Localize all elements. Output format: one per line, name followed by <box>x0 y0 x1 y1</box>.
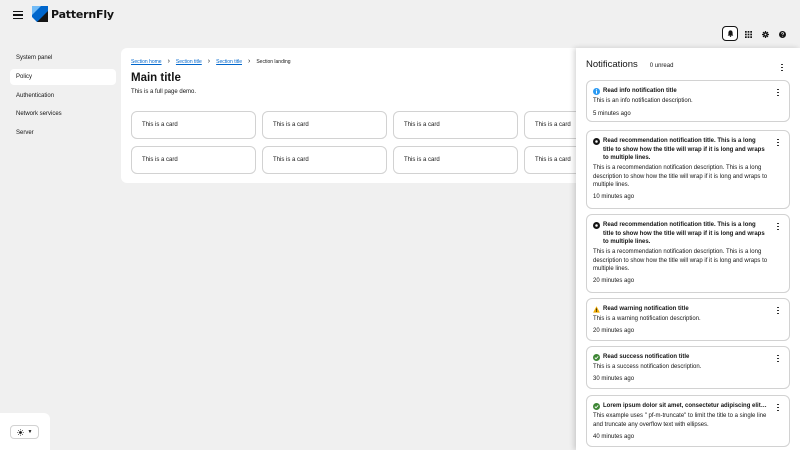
sidebar-item-policy[interactable]: Policy <box>10 68 116 85</box>
card[interactable]: This is a card <box>131 146 256 174</box>
notification-header: Read warning notification title <box>593 305 767 314</box>
card[interactable]: This is a card <box>393 111 518 139</box>
theme-toggle-button[interactable]: ▼ <box>10 425 39 439</box>
notification-timestamp: 10 minutes ago <box>593 194 635 200</box>
breadcrumb-link[interactable]: Section title <box>176 59 202 65</box>
notification-description: This is a recommendation notification de… <box>593 165 768 189</box>
notification-title: Read recommendation notification title. … <box>603 138 765 161</box>
card[interactable]: This is a card <box>393 146 518 174</box>
sidebar-item-authentication[interactable]: Authentication <box>10 88 116 104</box>
app-launcher-button[interactable] <box>741 27 755 41</box>
drawer-title: Notifications <box>586 59 638 70</box>
brand-logo[interactable]: PatternFly <box>32 6 114 22</box>
warning-triangle-icon <box>593 306 600 313</box>
notification-description: This example uses " pf-m-truncate" to li… <box>593 413 767 428</box>
info-circle-icon <box>593 87 600 95</box>
notification-timestamp: 5 minutes ago <box>593 111 631 117</box>
caret-down-icon: ▼ <box>27 429 33 435</box>
breadcrumb-link[interactable]: Section title <box>216 59 242 65</box>
hamburger-bar <box>13 11 23 13</box>
card[interactable]: This is a card <box>262 146 387 174</box>
page-description: This is a full page demo. <box>131 89 197 95</box>
notification-kebab-icon[interactable] <box>774 402 782 412</box>
notification-kebab-icon[interactable] <box>774 353 782 363</box>
notification-header: Read recommendation notification title. … <box>593 221 767 247</box>
notification-title: Read success notification title <box>603 354 690 360</box>
notification-kebab-icon[interactable] <box>774 305 782 315</box>
sidebar-item-network-services[interactable]: Network services <box>10 106 116 122</box>
notification-item[interactable]: Read warning notification title This is … <box>586 298 790 341</box>
recommendation-circle-icon <box>593 137 600 145</box>
masthead: PatternFly <box>0 0 800 44</box>
notification-description: This is a warning notification descripti… <box>593 316 701 322</box>
notification-header: Lorem ipsum dolor sit amet, consectetur … <box>593 402 767 411</box>
notification-timestamp: 30 minutes ago <box>593 376 635 382</box>
notification-kebab-icon[interactable] <box>774 221 782 231</box>
notification-item[interactable]: Read info notification title This is an … <box>586 80 790 122</box>
recommendation-circle-icon <box>593 221 600 229</box>
notification-item[interactable]: Read success notification title This is … <box>586 346 790 389</box>
breadcrumb: Section home › Section title › Section t… <box>131 58 291 65</box>
notification-header: Read success notification title <box>593 353 767 362</box>
sidebar-nav: System panel Policy Authentication Netwo… <box>0 50 120 144</box>
notification-item[interactable]: Read recommendation notification title. … <box>586 130 790 209</box>
card[interactable]: This is a card <box>524 146 581 174</box>
help-button[interactable] <box>775 27 789 41</box>
notification-description: This is a recommendation notification de… <box>593 249 768 273</box>
bell-icon <box>727 30 733 37</box>
sidebar-item-server[interactable]: Server <box>10 125 116 141</box>
notification-timestamp: 40 minutes ago <box>593 434 635 440</box>
hamburger-bar <box>13 17 23 19</box>
notification-header: Read info notification title <box>593 87 767 96</box>
theme-panel: ▼ <box>0 413 50 450</box>
chevron-right-icon: › <box>167 58 170 65</box>
help-icon <box>778 30 786 38</box>
grid-icon <box>744 30 752 38</box>
notification-timestamp: 20 minutes ago <box>593 328 635 334</box>
sun-icon <box>16 428 24 436</box>
main-content: Section home › Section title › Section t… <box>121 48 581 183</box>
notification-title: Read recommendation notification title. … <box>603 222 765 245</box>
patternfly-logo-icon <box>32 6 48 22</box>
notification-description: This is an info notification description… <box>593 98 693 104</box>
notification-bell-button[interactable] <box>722 26 738 41</box>
chevron-right-icon: › <box>247 58 251 65</box>
notification-title: Read warning notification title <box>603 306 689 312</box>
notification-item[interactable]: Read recommendation notification title. … <box>586 214 790 293</box>
notification-drawer: Notifications 0 unread Read info notific… <box>576 48 800 450</box>
unread-count: 0 unread <box>649 63 674 69</box>
notification-header: Read recommendation notification title. … <box>593 137 767 163</box>
settings-button[interactable] <box>758 27 772 41</box>
drawer-actions-kebab-icon[interactable] <box>778 62 786 72</box>
breadcrumb-current: Section landing <box>256 58 291 65</box>
chevron-right-icon: › <box>207 58 211 65</box>
breadcrumb-link[interactable]: Section home <box>131 59 162 65</box>
notification-title: Lorem ipsum dolor sit amet, consectetur … <box>603 403 767 409</box>
check-circle-icon <box>593 353 600 361</box>
notification-description: This is a success notification descripti… <box>593 364 702 370</box>
page-title: Main title <box>131 72 181 84</box>
notification-kebab-icon[interactable] <box>774 87 782 97</box>
card[interactable]: This is a card <box>262 111 387 139</box>
notification-title: Read info notification title <box>603 88 677 94</box>
notification-timestamp: 20 minutes ago <box>593 278 635 284</box>
notification-kebab-icon[interactable] <box>774 137 782 147</box>
drawer-header: Notifications 0 unread <box>586 59 673 70</box>
card[interactable]: This is a card <box>524 111 581 139</box>
sidebar-item-system-panel[interactable]: System panel <box>10 50 116 66</box>
card[interactable]: This is a card <box>131 111 256 139</box>
hamburger-menu-button[interactable] <box>12 9 24 21</box>
gear-icon <box>761 30 769 38</box>
hamburger-bar <box>13 14 23 16</box>
notification-item[interactable]: Lorem ipsum dolor sit amet, consectetur … <box>586 395 790 447</box>
check-circle-icon <box>593 402 600 410</box>
brand-name: PatternFly <box>51 7 114 21</box>
